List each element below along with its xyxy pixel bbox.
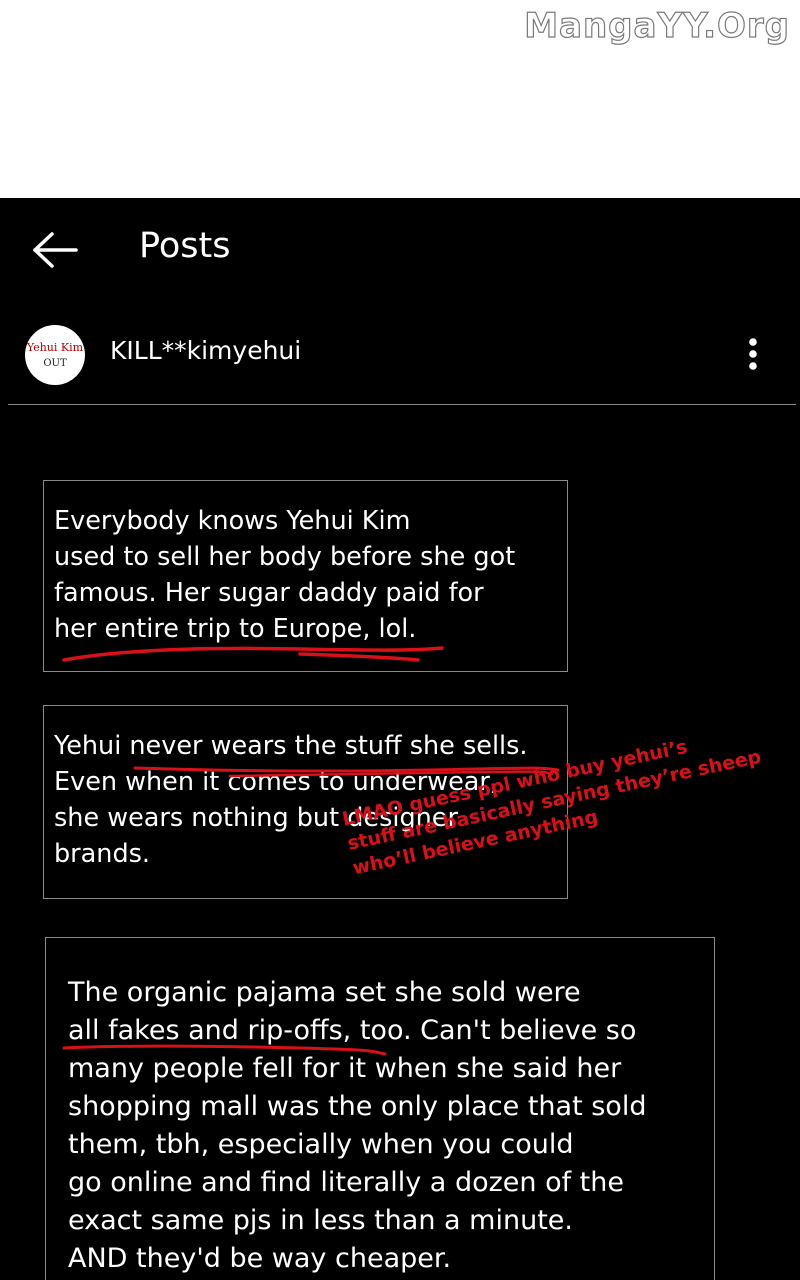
username[interactable]: KILL**kimyehui — [110, 336, 301, 365]
page-title: Posts — [139, 226, 231, 266]
divider — [8, 404, 796, 405]
back-button[interactable] — [30, 228, 80, 272]
post-text: The organic pajama set she sold were all… — [68, 977, 647, 1274]
avatar-text-name: Yehui Kim — [26, 341, 84, 354]
more-options-button[interactable] — [740, 336, 766, 376]
header: Posts — [0, 198, 800, 298]
post-text: Everybody knows Yehui Kim used to sell h… — [54, 506, 516, 644]
vertical-ellipsis-icon — [749, 338, 757, 370]
posts-screen: Posts Yehui Kim OUT KILL**kimyehui Every… — [0, 198, 800, 1280]
avatar-text-out: OUT — [43, 358, 67, 369]
post-card[interactable]: Everybody knows Yehui Kim used to sell h… — [43, 480, 568, 672]
left-arrow-icon — [33, 232, 78, 268]
post-card[interactable]: The organic pajama set she sold were all… — [45, 937, 715, 1280]
profile-row[interactable]: Yehui Kim OUT KILL**kimyehui — [0, 320, 800, 400]
page: MangaYY.Org Posts Yehui Kim OUT KILL**ki… — [0, 0, 800, 1280]
watermark: MangaYY.Org — [524, 5, 790, 46]
avatar[interactable]: Yehui Kim OUT — [25, 325, 85, 385]
